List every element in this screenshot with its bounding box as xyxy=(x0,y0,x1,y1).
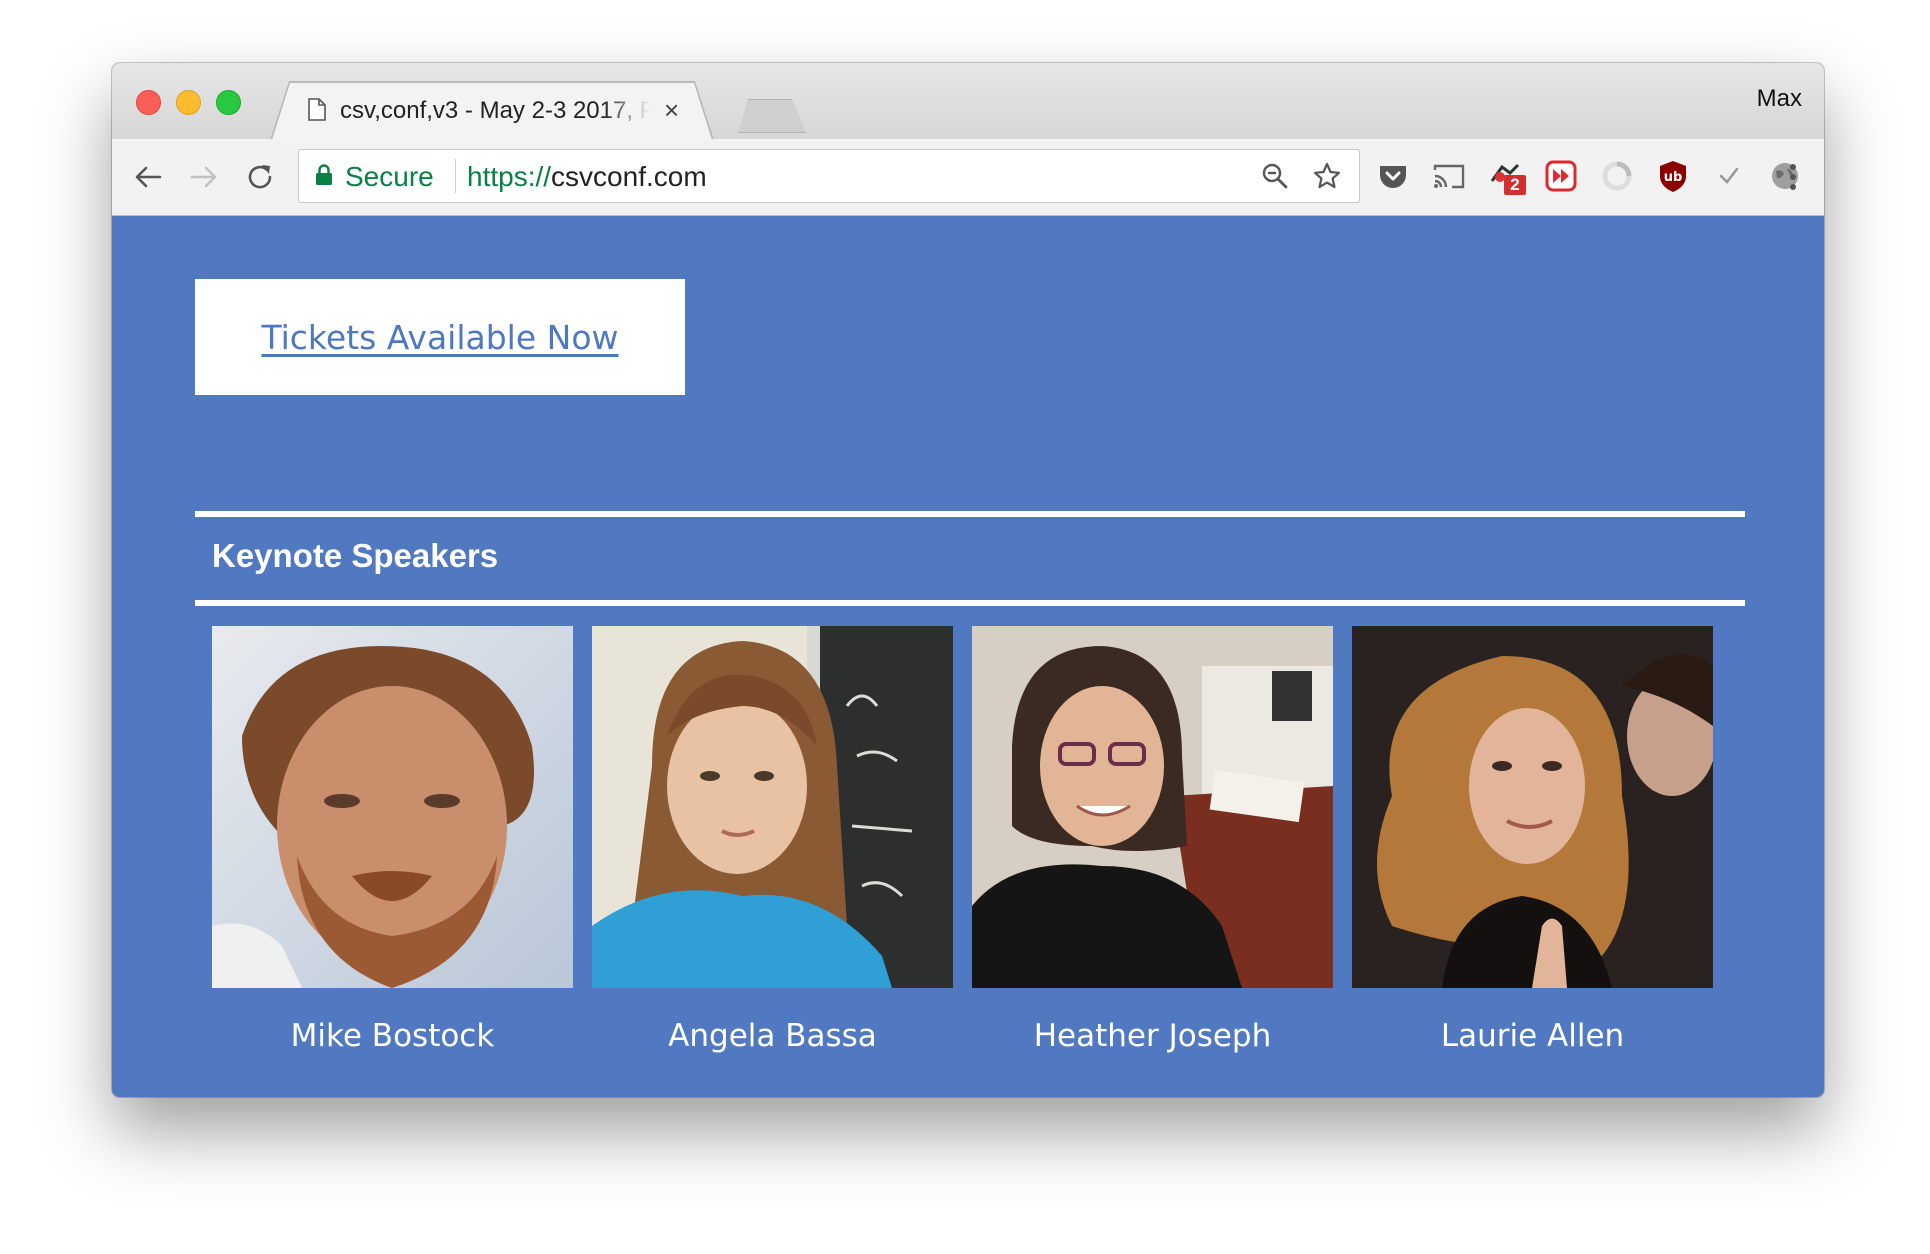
tab-title: csv,conf,v3 - May 2-3 2017, Portland xyxy=(340,97,650,124)
secure-label: Secure xyxy=(345,161,434,192)
menu-icon[interactable] xyxy=(1788,161,1798,193)
cast-icon[interactable] xyxy=(1432,159,1466,193)
section-heading: Keynote Speakers xyxy=(212,537,499,574)
speaker-name[interactable]: Heather Joseph xyxy=(972,1018,1333,1054)
section-rule-bottom xyxy=(195,600,1745,606)
tab-close-icon[interactable]: × xyxy=(664,95,679,125)
back-arrow-icon[interactable] xyxy=(132,161,164,193)
speaker-portrait-icon xyxy=(1352,626,1713,988)
star-icon[interactable] xyxy=(1313,162,1341,190)
url-text[interactable]: https://csvconf.com xyxy=(467,161,707,193)
speaker-card[interactable]: Mike Bostock xyxy=(212,626,573,1054)
svg-text:ub: ub xyxy=(1664,170,1683,185)
new-tab-button[interactable] xyxy=(738,99,806,133)
url-scheme: https:// xyxy=(467,161,552,192)
speaker-name[interactable]: Mike Bostock xyxy=(212,1018,573,1054)
speaker-portrait-icon xyxy=(592,626,953,988)
lock-icon xyxy=(316,164,332,185)
speaker-photo[interactable] xyxy=(592,626,953,988)
speaker-portrait-icon xyxy=(212,626,573,988)
extension-badge: 2 xyxy=(1504,175,1526,195)
window-close-button[interactable] xyxy=(136,90,161,115)
section-rule-top xyxy=(195,511,1745,517)
page-content: Tickets Available Now Keynote Speakers M… xyxy=(112,216,1824,1097)
reload-icon[interactable] xyxy=(244,161,276,193)
zoom-icon[interactable] xyxy=(1261,162,1289,190)
speaker-portrait-icon xyxy=(972,626,1333,988)
ublock-icon[interactable]: ub xyxy=(1656,159,1690,193)
speaker-card[interactable]: Laurie Allen xyxy=(1352,626,1713,1054)
speaker-card[interactable]: Angela Bassa xyxy=(592,626,953,1054)
extension-icon[interactable]: 2 xyxy=(1488,159,1526,195)
tab-active[interactable]: csv,conf,v3 - May 2-3 2017, Portland × xyxy=(272,83,712,140)
check-icon[interactable] xyxy=(1712,159,1746,193)
window-maximize-button[interactable] xyxy=(216,90,241,115)
tickets-box[interactable]: Tickets Available Now xyxy=(195,279,685,395)
pocket-icon[interactable] xyxy=(1376,159,1410,193)
address-separator xyxy=(455,159,456,193)
circle-icon[interactable] xyxy=(1600,159,1634,193)
tab-strip: csv,conf,v3 - May 2-3 2017, Portland × M… xyxy=(112,63,1824,140)
url-host: csvconf.com xyxy=(551,161,707,192)
page-icon xyxy=(308,98,326,121)
speaker-name[interactable]: Laurie Allen xyxy=(1352,1018,1713,1054)
speaker-name[interactable]: Angela Bassa xyxy=(592,1018,953,1054)
speaker-photo[interactable] xyxy=(212,626,573,988)
speaker-photo[interactable] xyxy=(972,626,1333,988)
forward-arrow-icon[interactable] xyxy=(188,161,220,193)
profile-name[interactable]: Max xyxy=(1757,85,1802,113)
tickets-link[interactable]: Tickets Available Now xyxy=(261,318,618,357)
window-minimize-button[interactable] xyxy=(176,90,201,115)
speaker-card[interactable]: Heather Joseph xyxy=(972,626,1333,1054)
browser-toolbar: Secure https://csvconf.com 2 ub xyxy=(112,139,1824,216)
speaker-photo[interactable] xyxy=(1352,626,1713,988)
browser-window: csv,conf,v3 - May 2-3 2017, Portland × M… xyxy=(112,63,1824,1097)
address-bar[interactable]: Secure https://csvconf.com xyxy=(298,149,1360,203)
fastforward-icon[interactable] xyxy=(1544,159,1578,193)
